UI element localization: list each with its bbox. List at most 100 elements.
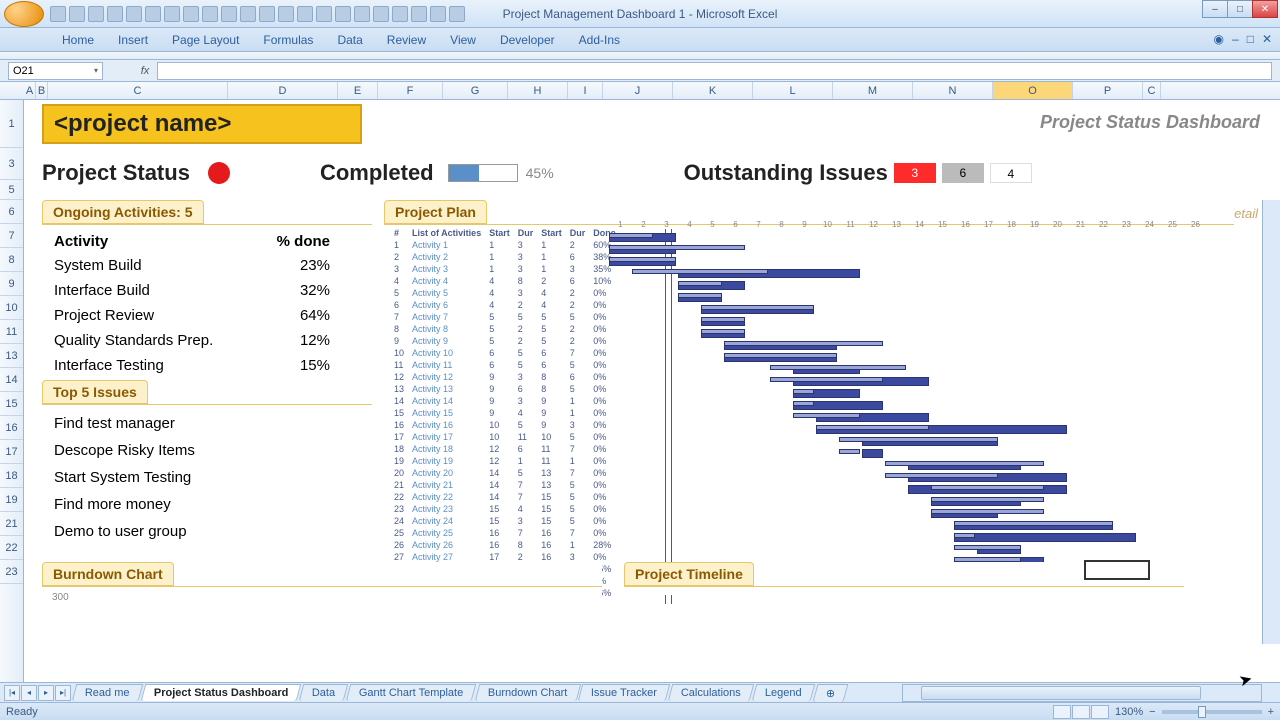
column-header-F[interactable]: F <box>378 82 443 99</box>
close-workbook-icon[interactable]: ✕ <box>1262 32 1272 46</box>
tab-nav-first[interactable]: |◂ <box>4 685 20 701</box>
sheet-tab-project-status-dashboard[interactable]: Project Status Dashboard <box>140 684 301 701</box>
qat-icon[interactable] <box>430 6 446 22</box>
fx-icon[interactable]: fx <box>133 65 157 77</box>
qat-icon[interactable] <box>316 6 332 22</box>
row-header-6[interactable]: 6 <box>0 200 23 224</box>
row-header-1[interactable]: 1 <box>0 100 23 148</box>
scroll-thumb[interactable] <box>921 686 1201 700</box>
minimize-button[interactable]: – <box>1202 0 1228 18</box>
sheet-tab-calculations[interactable]: Calculations <box>668 684 754 701</box>
tab-nav-prev[interactable]: ◂ <box>21 685 37 701</box>
ribbon-tab-home[interactable]: Home <box>50 29 106 51</box>
qat-icon[interactable] <box>183 6 199 22</box>
ribbon-tab-insert[interactable]: Insert <box>106 29 160 51</box>
sheet-tab-read-me[interactable]: Read me <box>72 684 143 701</box>
column-header-J[interactable]: J <box>603 82 673 99</box>
row-header-22[interactable]: 22 <box>0 536 23 560</box>
qat-icon[interactable] <box>240 6 256 22</box>
row-header-19[interactable]: 19 <box>0 488 23 512</box>
row-header-13[interactable]: 13 <box>0 344 23 368</box>
row-header-14[interactable]: 14 <box>0 368 23 392</box>
column-header-N[interactable]: N <box>913 82 993 99</box>
office-button[interactable] <box>4 1 44 27</box>
qat-icon[interactable] <box>373 6 389 22</box>
row-header-18[interactable]: 18 <box>0 464 23 488</box>
ribbon-tab-review[interactable]: Review <box>375 29 438 51</box>
column-header-P[interactable]: P <box>1073 82 1143 99</box>
row-header-8[interactable]: 8 <box>0 248 23 272</box>
zoom-value[interactable]: 130% <box>1115 706 1143 718</box>
qat-icon[interactable] <box>221 6 237 22</box>
column-header-H[interactable]: H <box>508 82 568 99</box>
row-header-7[interactable]: 7 <box>0 224 23 248</box>
selected-cell-o21[interactable] <box>1084 560 1150 580</box>
new-sheet-tab[interactable]: ⊕ <box>812 684 848 702</box>
column-header-O[interactable]: O <box>993 82 1073 99</box>
horizontal-scrollbar[interactable] <box>902 684 1262 702</box>
maximize-button[interactable]: □ <box>1227 0 1253 18</box>
column-header-K[interactable]: K <box>673 82 753 99</box>
column-header-C[interactable]: C <box>48 82 228 99</box>
row-header-17[interactable]: 17 <box>0 440 23 464</box>
column-header-G[interactable]: G <box>443 82 508 99</box>
tab-nav-next[interactable]: ▸ <box>38 685 54 701</box>
qat-icon[interactable] <box>392 6 408 22</box>
view-normal-icon[interactable] <box>1053 705 1071 719</box>
qat-icon[interactable] <box>335 6 351 22</box>
zoom-slider[interactable] <box>1162 710 1262 714</box>
view-page-layout-icon[interactable] <box>1072 705 1090 719</box>
qat-icon[interactable] <box>145 6 161 22</box>
qat-icon[interactable] <box>164 6 180 22</box>
view-page-break-icon[interactable] <box>1091 705 1109 719</box>
column-header-E[interactable]: E <box>338 82 378 99</box>
qat-icon[interactable] <box>354 6 370 22</box>
ribbon-tab-page-layout[interactable]: Page Layout <box>160 29 251 51</box>
qat-icon[interactable] <box>126 6 142 22</box>
sheet-tab-burndown-chart[interactable]: Burndown Chart <box>474 684 580 701</box>
column-header-D[interactable]: D <box>228 82 338 99</box>
qat-icon[interactable] <box>449 6 465 22</box>
row-header-21[interactable]: 21 <box>0 512 23 536</box>
row-header-10[interactable]: 10 <box>0 296 23 320</box>
row-header-16[interactable]: 16 <box>0 416 23 440</box>
close-button[interactable]: ✕ <box>1252 0 1278 18</box>
sheet-tab-data[interactable]: Data <box>299 684 349 701</box>
row-header-5[interactable]: 5 <box>0 180 23 200</box>
tab-nav-last[interactable]: ▸| <box>55 685 71 701</box>
column-header-L[interactable]: L <box>753 82 833 99</box>
column-header-B[interactable]: B <box>36 82 48 99</box>
column-header-M[interactable]: M <box>833 82 913 99</box>
qat-save-icon[interactable] <box>50 6 66 22</box>
ribbon-tab-data[interactable]: Data <box>325 29 374 51</box>
column-header-C[interactable]: C <box>1143 82 1161 99</box>
help-icon[interactable]: ◉ <box>1214 32 1224 46</box>
sheet-tab-legend[interactable]: Legend <box>752 684 815 701</box>
qat-icon[interactable] <box>297 6 313 22</box>
column-header-A[interactable]: A <box>24 82 36 99</box>
ribbon-tab-add-ins[interactable]: Add-Ins <box>567 29 632 51</box>
ribbon-tab-view[interactable]: View <box>438 29 488 51</box>
qat-icon[interactable] <box>202 6 218 22</box>
zoom-out-button[interactable]: − <box>1149 706 1155 718</box>
formula-input[interactable] <box>157 62 1272 80</box>
row-header-3[interactable]: 3 <box>0 148 23 180</box>
column-header-I[interactable]: I <box>568 82 603 99</box>
qat-icon[interactable] <box>107 6 123 22</box>
sheet-content[interactable]: <project name> Project Status Dashboard … <box>24 100 1280 682</box>
restore-window-icon[interactable]: □ <box>1247 32 1254 46</box>
minimize-ribbon-icon[interactable]: – <box>1232 32 1239 46</box>
sheet-tab-gantt-chart-template[interactable]: Gantt Chart Template <box>346 684 477 701</box>
row-header-9[interactable]: 9 <box>0 272 23 296</box>
ribbon-tab-formulas[interactable]: Formulas <box>251 29 325 51</box>
zoom-in-button[interactable]: + <box>1268 706 1274 718</box>
gantt-chart[interactable]: 1234567891011121314151617181920212223242… <box>609 220 1229 604</box>
row-header-11[interactable]: 11 <box>0 320 23 344</box>
qat-icon[interactable] <box>278 6 294 22</box>
vertical-scrollbar[interactable] <box>1262 200 1280 644</box>
name-box[interactable]: O21 <box>8 62 103 80</box>
row-header-15[interactable]: 15 <box>0 392 23 416</box>
qat-redo-icon[interactable] <box>88 6 104 22</box>
sheet-tab-issue-tracker[interactable]: Issue Tracker <box>578 684 671 701</box>
row-header-23[interactable]: 23 <box>0 560 23 584</box>
